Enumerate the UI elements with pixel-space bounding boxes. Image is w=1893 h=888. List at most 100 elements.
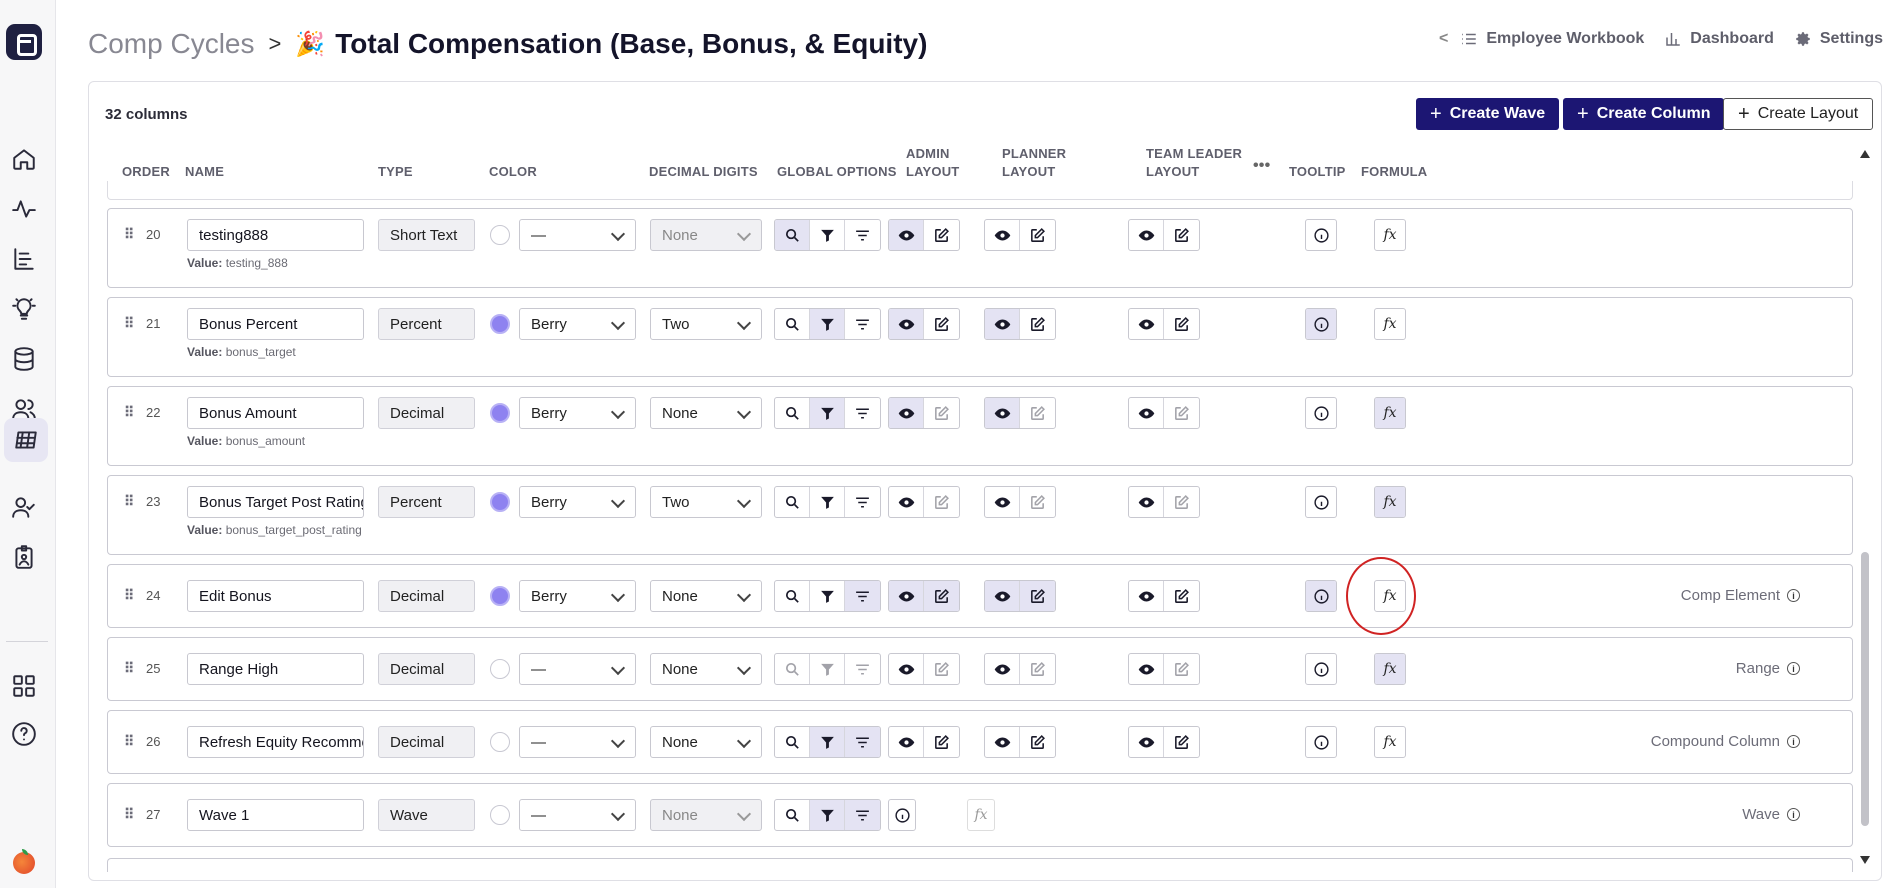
column-name-input[interactable]: testing888: [187, 219, 364, 251]
team-leader-visible-icon[interactable]: [1129, 220, 1164, 250]
tooltip-button[interactable]: [1305, 726, 1337, 758]
search-option-icon[interactable]: [775, 581, 810, 611]
scrollbar[interactable]: [1860, 148, 1870, 864]
wave-tooltip-button[interactable]: [888, 799, 916, 831]
admin-visible-icon[interactable]: [889, 220, 924, 250]
formula-icon[interactable]: fx: [1375, 309, 1405, 339]
tooltip-button[interactable]: [1305, 308, 1337, 340]
drag-handle-icon[interactable]: ⠿: [124, 404, 134, 421]
planner-edit-icon[interactable]: [1020, 727, 1055, 757]
sort-option-icon[interactable]: [845, 487, 880, 517]
admin-edit-icon[interactable]: [924, 220, 959, 250]
planner-edit-icon[interactable]: [1020, 654, 1055, 684]
drag-handle-icon[interactable]: ⠿: [124, 587, 134, 604]
formula-icon[interactable]: fx: [1375, 654, 1405, 684]
bar-align-icon[interactable]: [9, 244, 39, 274]
team-leader-visible-icon[interactable]: [1129, 487, 1164, 517]
sort-option-icon[interactable]: [845, 581, 880, 611]
nav-employee-workbook[interactable]: Employee Workbook: [1460, 30, 1644, 48]
planner-edit-icon[interactable]: [1020, 581, 1055, 611]
team-leader-edit-icon[interactable]: [1164, 581, 1199, 611]
info-icon[interactable]: [1306, 487, 1336, 517]
planner-visible-icon[interactable]: [985, 309, 1020, 339]
scroll-thumb[interactable]: [1861, 552, 1869, 826]
id-badge-icon[interactable]: [9, 542, 39, 572]
team-leader-edit-icon[interactable]: [1164, 487, 1199, 517]
info-icon[interactable]: i: [1787, 589, 1800, 602]
info-icon[interactable]: i: [1787, 662, 1800, 675]
comp-grid-icon[interactable]: [4, 418, 48, 462]
formula-icon[interactable]: fx: [1375, 220, 1405, 250]
tooltip-button[interactable]: [1305, 397, 1337, 429]
filter-option-icon[interactable]: [810, 727, 845, 757]
drag-handle-icon[interactable]: ⠿: [124, 806, 134, 823]
admin-visible-icon[interactable]: [889, 309, 924, 339]
drag-handle-icon[interactable]: ⠿: [124, 660, 134, 677]
admin-edit-icon[interactable]: [924, 309, 959, 339]
lightbulb-icon[interactable]: [9, 294, 39, 324]
admin-edit-icon[interactable]: [924, 487, 959, 517]
formula-button[interactable]: fx: [1374, 397, 1406, 429]
column-name-input[interactable]: Range High: [187, 653, 364, 685]
drag-handle-icon[interactable]: ⠿: [124, 733, 134, 750]
activity-icon[interactable]: [9, 194, 39, 224]
info-icon[interactable]: i: [1787, 808, 1800, 821]
decimal-digits-select[interactable]: Two: [650, 486, 762, 518]
search-option-icon[interactable]: [775, 487, 810, 517]
wave-formula-button[interactable]: fx: [967, 799, 995, 831]
scroll-up-icon[interactable]: [1860, 150, 1870, 158]
admin-edit-icon[interactable]: [924, 727, 959, 757]
search-option-icon[interactable]: [775, 654, 810, 684]
team-leader-visible-icon[interactable]: [1129, 398, 1164, 428]
formula-icon[interactable]: fx: [1375, 487, 1405, 517]
filter-option-icon[interactable]: [810, 487, 845, 517]
tooltip-button[interactable]: [1305, 653, 1337, 685]
planner-visible-icon[interactable]: [985, 487, 1020, 517]
team-leader-edit-icon[interactable]: [1164, 727, 1199, 757]
sort-option-icon[interactable]: [845, 398, 880, 428]
search-option-icon[interactable]: [775, 727, 810, 757]
planner-edit-icon[interactable]: [1020, 309, 1055, 339]
planner-visible-icon[interactable]: [985, 220, 1020, 250]
planner-visible-icon[interactable]: [985, 654, 1020, 684]
breadcrumb-comp-cycles[interactable]: Comp Cycles: [88, 28, 254, 60]
create-column-button[interactable]: + Create Column: [1563, 98, 1725, 130]
filter-option-icon[interactable]: [810, 581, 845, 611]
filter-option-icon[interactable]: [810, 220, 845, 250]
admin-visible-icon[interactable]: [889, 398, 924, 428]
column-name-input[interactable]: Wave 1: [187, 799, 364, 831]
user-avatar-icon[interactable]: [13, 849, 35, 874]
database-icon[interactable]: [9, 344, 39, 374]
decimal-digits-select[interactable]: None: [650, 397, 762, 429]
admin-edit-icon[interactable]: [924, 581, 959, 611]
column-name-input[interactable]: Bonus Target Post Rating: [187, 486, 364, 518]
planner-edit-icon[interactable]: [1020, 220, 1055, 250]
info-icon[interactable]: [1306, 654, 1336, 684]
sort-option-icon[interactable]: [845, 800, 880, 830]
column-name-input[interactable]: Bonus Amount: [187, 397, 364, 429]
admin-visible-icon[interactable]: [889, 581, 924, 611]
planner-edit-icon[interactable]: [1020, 487, 1055, 517]
team-leader-edit-icon[interactable]: [1164, 398, 1199, 428]
color-select[interactable]: —: [519, 219, 636, 251]
planner-visible-icon[interactable]: [985, 581, 1020, 611]
planner-visible-icon[interactable]: [985, 727, 1020, 757]
drag-handle-icon[interactable]: ⠿: [124, 493, 134, 510]
info-icon[interactable]: [1306, 727, 1336, 757]
search-option-icon[interactable]: [775, 220, 810, 250]
color-select[interactable]: Berry: [519, 397, 636, 429]
search-option-icon[interactable]: [775, 398, 810, 428]
team-leader-edit-icon[interactable]: [1164, 309, 1199, 339]
formula-button[interactable]: fx: [1374, 486, 1406, 518]
info-icon[interactable]: [1306, 220, 1336, 250]
info-icon[interactable]: i: [1787, 735, 1800, 748]
search-option-icon[interactable]: [775, 800, 810, 830]
sort-option-icon[interactable]: [845, 727, 880, 757]
formula-button[interactable]: fx: [1374, 726, 1406, 758]
color-select[interactable]: Berry: [519, 308, 636, 340]
team-leader-visible-icon[interactable]: [1129, 581, 1164, 611]
team-leader-edit-icon[interactable]: [1164, 220, 1199, 250]
formula-icon[interactable]: fx: [1375, 398, 1405, 428]
more-columns-icon[interactable]: •••: [1253, 157, 1270, 175]
formula-button[interactable]: fx: [1374, 219, 1406, 251]
